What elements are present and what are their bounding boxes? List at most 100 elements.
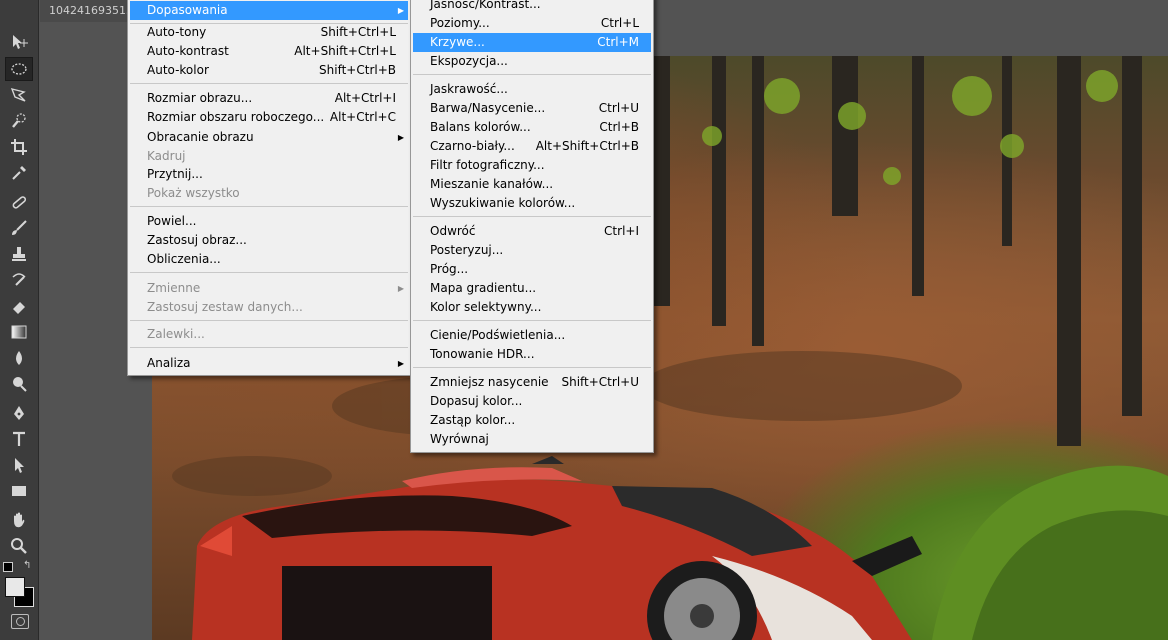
menu-separator — [130, 83, 408, 84]
menu-item-wyszukiwanie-kolorow[interactable]: Wyszukiwanie kolorów... — [413, 194, 651, 213]
menu-item-zastosuj-obraz[interactable]: Zastosuj obraz... — [130, 231, 408, 250]
gradient-tool-icon[interactable] — [5, 320, 33, 344]
menu-item-powiel[interactable]: Powiel... — [130, 212, 408, 231]
menu-item-label: Jasność/Kontrast... — [430, 0, 541, 11]
eyedropper-tool-icon[interactable] — [5, 161, 33, 185]
menu-separator — [130, 272, 408, 273]
menu-item-krzywe[interactable]: Krzywe... Ctrl+M — [413, 33, 651, 52]
foreground-color-swatch[interactable] — [5, 577, 25, 597]
menu-item-label: Cienie/Podświetlenia... — [430, 328, 566, 342]
menu-item-czarno-bialy[interactable]: Czarno-biały... Alt+Shift+Ctrl+B — [413, 137, 651, 156]
elliptical-marquee-tool-icon[interactable] — [5, 57, 33, 81]
history-brush-tool-icon[interactable] — [5, 268, 33, 292]
menu-item-poziomy[interactable]: Poziomy... Ctrl+L — [413, 14, 651, 33]
menu-item-label: Tonowanie HDR... — [430, 347, 535, 361]
crop-tool-icon[interactable] — [5, 135, 33, 159]
menu-item-shortcut: Ctrl+B — [599, 120, 639, 134]
quick-mask-icon[interactable] — [11, 614, 29, 629]
menu-item-kolor-selektywny[interactable]: Kolor selektywny... — [413, 298, 651, 317]
menu-item-obliczenia[interactable]: Obliczenia... — [130, 250, 408, 269]
submenu-arrow-icon: ▶ — [397, 6, 404, 15]
menu-item-zalewki: Zalewki... — [130, 325, 408, 344]
menu-item-balans-kolorow[interactable]: Balans kolorów... Ctrl+B — [413, 118, 651, 137]
menu-item-auto-kolor[interactable]: Auto-kolor Shift+Ctrl+B — [130, 61, 408, 80]
menu-item-label: Dopasuj kolor... — [430, 394, 523, 408]
menu-separator — [413, 367, 651, 368]
menu-item-barwa-nasycenie[interactable]: Barwa/Nasycenie... Ctrl+U — [413, 99, 651, 118]
menu-item-ekspozycja[interactable]: Ekspozycja... — [413, 52, 651, 71]
blur-tool-icon[interactable] — [5, 346, 33, 370]
default-colors-icon[interactable] — [3, 562, 13, 572]
menu-item-label: Czarno-biały... — [430, 139, 515, 153]
menu-item-label: Obliczenia... — [147, 252, 221, 266]
menu-item-odwroc[interactable]: Odwróć Ctrl+I — [413, 222, 651, 241]
dodge-tool-icon[interactable] — [5, 372, 33, 396]
menu-item-obracanie-obrazu[interactable]: Obracanie obrazu ▶ — [130, 128, 408, 147]
menu-item-rozmiar-obrazu[interactable]: Rozmiar obrazu... Alt+Ctrl+I — [130, 89, 408, 108]
image-menu: Dopasowania ▶ Auto-tony Shift+Ctrl+L Aut… — [127, 0, 411, 376]
menu-item-jasnosc-kontrast[interactable]: Jasność/Kontrast... — [413, 0, 651, 14]
menu-item-pokaz-wszystko: Pokaż wszystko — [130, 184, 408, 203]
hand-tool-icon[interactable] — [5, 508, 33, 532]
menu-item-label: Zastosuj obraz... — [147, 233, 247, 247]
path-selection-tool-icon[interactable] — [5, 453, 33, 477]
type-tool-icon[interactable] — [5, 427, 33, 451]
menu-item-zmniejsz-nasycenie[interactable]: Zmniejsz nasycenie Shift+Ctrl+U — [413, 373, 651, 392]
menu-item-label: Zmienne — [147, 281, 201, 295]
menu-item-label: Rozmiar obrazu... — [147, 91, 253, 105]
brush-tool-icon[interactable] — [5, 216, 33, 240]
swap-colors-icon[interactable]: ↰ — [23, 560, 31, 571]
healing-brush-tool-icon[interactable] — [5, 190, 33, 214]
menu-item-posteryzuj[interactable]: Posteryzuj... — [413, 241, 651, 260]
menu-item-zastap-kolor[interactable]: Zastąp kolor... — [413, 411, 651, 430]
menu-item-cienie-podswietlenia[interactable]: Cienie/Podświetlenia... — [413, 326, 651, 345]
document-tab[interactable]: 104241693515 — [40, 0, 135, 22]
menu-item-jaskrawosc[interactable]: Jaskrawość... — [413, 80, 651, 99]
menu-item-dopasuj-kolor[interactable]: Dopasuj kolor... — [413, 392, 651, 411]
pen-tool-icon[interactable] — [5, 401, 33, 425]
quick-selection-tool-icon[interactable] — [5, 109, 33, 133]
move-tool-icon[interactable] — [5, 30, 33, 54]
menu-item-label: Posteryzuj... — [430, 243, 504, 257]
menu-item-label: Zalewki... — [147, 327, 205, 341]
menu-item-tonowanie-hdr[interactable]: Tonowanie HDR... — [413, 345, 651, 364]
menu-item-label: Krzywe... — [430, 35, 485, 49]
menu-item-label: Kolor selektywny... — [430, 300, 542, 314]
menu-item-kadruj: Kadruj — [130, 147, 408, 166]
menu-item-label: Dopasowania — [147, 3, 228, 17]
submenu-arrow-icon: ▶ — [397, 133, 404, 142]
menu-item-label: Balans kolorów... — [430, 120, 531, 134]
menu-item-label: Pokaż wszystko — [147, 186, 240, 200]
menu-item-label: Wyrównaj — [430, 432, 489, 446]
clone-stamp-tool-icon[interactable] — [5, 242, 33, 266]
menu-item-shortcut: Alt+Shift+Ctrl+B — [535, 139, 639, 153]
menu-item-filtr-fotograficzny[interactable]: Filtr fotograficzny... — [413, 156, 651, 175]
menu-separator — [413, 74, 651, 75]
menu-item-wyrownaj[interactable]: Wyrównaj — [413, 430, 651, 449]
menu-item-label: Rozmiar obszaru roboczego... — [147, 110, 325, 124]
menu-item-analiza[interactable]: Analiza ▶ — [130, 354, 408, 373]
lasso-tool-icon[interactable] — [5, 83, 33, 107]
menu-item-label: Filtr fotograficzny... — [430, 158, 545, 172]
menu-item-shortcut: Ctrl+L — [600, 16, 639, 30]
menu-item-label: Próg... — [430, 262, 469, 276]
zoom-tool-icon[interactable] — [5, 534, 33, 558]
menu-item-przytnij[interactable]: Przytnij... — [130, 165, 408, 184]
menu-item-dopasowania[interactable]: Dopasowania ▶ — [130, 1, 408, 20]
menu-item-rozmiar-obszaru[interactable]: Rozmiar obszaru roboczego... Alt+Ctrl+C — [130, 108, 408, 127]
menu-item-label: Auto-kontrast — [147, 44, 229, 58]
menu-item-shortcut: Alt+Ctrl+C — [329, 110, 396, 124]
rectangle-tool-icon[interactable] — [5, 479, 33, 503]
menu-item-prog[interactable]: Próg... — [413, 260, 651, 279]
eraser-tool-icon[interactable] — [5, 294, 33, 318]
menu-item-auto-tony[interactable]: Auto-tony Shift+Ctrl+L — [130, 23, 408, 42]
menu-item-auto-kontrast[interactable]: Auto-kontrast Alt+Shift+Ctrl+L — [130, 42, 408, 61]
menu-item-mieszanie-kanalow[interactable]: Mieszanie kanałów... — [413, 175, 651, 194]
menu-item-shortcut: Shift+Ctrl+U — [561, 375, 639, 389]
menu-item-label: Barwa/Nasycenie... — [430, 101, 546, 115]
menu-item-label: Auto-tony — [147, 25, 207, 39]
menu-item-label: Obracanie obrazu — [147, 130, 254, 144]
menu-item-mapa-gradientu[interactable]: Mapa gradientu... — [413, 279, 651, 298]
menu-item-shortcut: Alt+Shift+Ctrl+L — [294, 44, 396, 58]
submenu-arrow-icon: ▶ — [397, 284, 404, 293]
